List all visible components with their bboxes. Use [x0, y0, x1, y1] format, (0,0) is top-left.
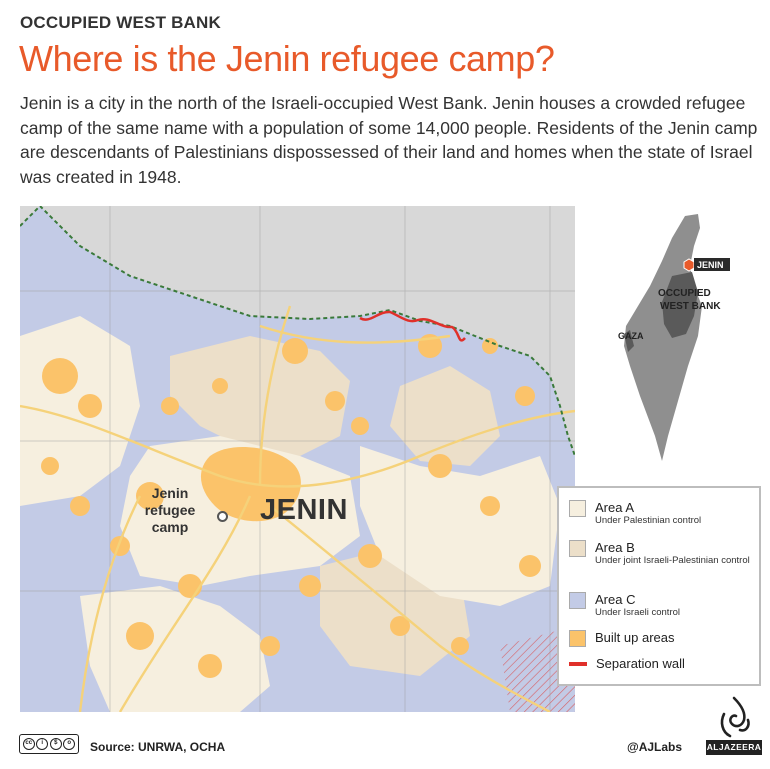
swatch-area-a: [569, 500, 586, 517]
legend-item-area-a: Area A Under Palestinian control: [569, 500, 701, 526]
by-icon: i: [36, 738, 49, 750]
dek: Jenin is a city in the north of the Isra…: [20, 93, 758, 187]
inset-locator-map: JENIN OCCUPIED WEST BANK GAZA: [590, 206, 740, 466]
legend-title: Area C: [595, 592, 636, 607]
source-credit: Source: UNRWA, OCHA: [90, 740, 226, 754]
inset-gaza-label: GAZA: [618, 331, 644, 341]
map-svg: [20, 206, 575, 712]
legend-title: Built up areas: [595, 630, 675, 645]
jenin-area-map: [20, 206, 575, 712]
sa-icon: o: [63, 738, 76, 750]
headline: Where is the Jenin refugee camp?: [19, 38, 555, 79]
camp-label: Jenin refugee camp: [144, 485, 196, 535]
legend-item-area-b: Area B Under joint Israeli-Palestinian c…: [569, 540, 755, 566]
aljazeera-wordmark: ALJAZEERA: [706, 740, 762, 755]
legend-item-area-c: Area C Under Israeli control: [569, 592, 680, 618]
legend-item-built-up: Built up areas: [569, 630, 675, 647]
inset-west-bank-label-2: WEST BANK: [660, 301, 721, 312]
legend-subtitle: Under joint Israeli-Palestinian control: [595, 555, 750, 566]
legend-title: Area A: [595, 500, 635, 515]
inset-svg: JENIN OCCUPIED WEST BANK GAZA: [618, 214, 730, 461]
legend-subtitle: Under Israeli control: [595, 607, 681, 618]
ajlabs-handle: @AJLabs: [627, 740, 683, 754]
legend-subtitle: Under Palestinian control: [595, 515, 702, 526]
nc-icon: $: [49, 738, 62, 750]
swatch-area-b: [569, 540, 586, 557]
swatch-area-c: [569, 592, 586, 609]
legend-title: Separation wall: [596, 656, 685, 671]
legend-title: Area B: [595, 540, 635, 555]
swatch-built-up: [569, 630, 586, 647]
camp-marker-icon: [217, 511, 228, 522]
inset-west-bank-label-1: OCCUPIED: [658, 288, 711, 299]
legend-item-wall: Separation wall: [569, 656, 685, 671]
inset-jenin-label: JENIN: [697, 260, 724, 270]
jenin-inset-marker-icon: [683, 258, 695, 272]
kicker: OCCUPIED WEST BANK: [20, 13, 221, 32]
swatch-wall: [569, 662, 587, 666]
creative-commons-badge-icon: cc i $ o: [19, 734, 79, 754]
cc-icon: cc: [22, 738, 35, 750]
city-label-jenin: JENIN: [260, 494, 348, 526]
map-legend: Area A Under Palestinian control Area B …: [557, 486, 761, 686]
